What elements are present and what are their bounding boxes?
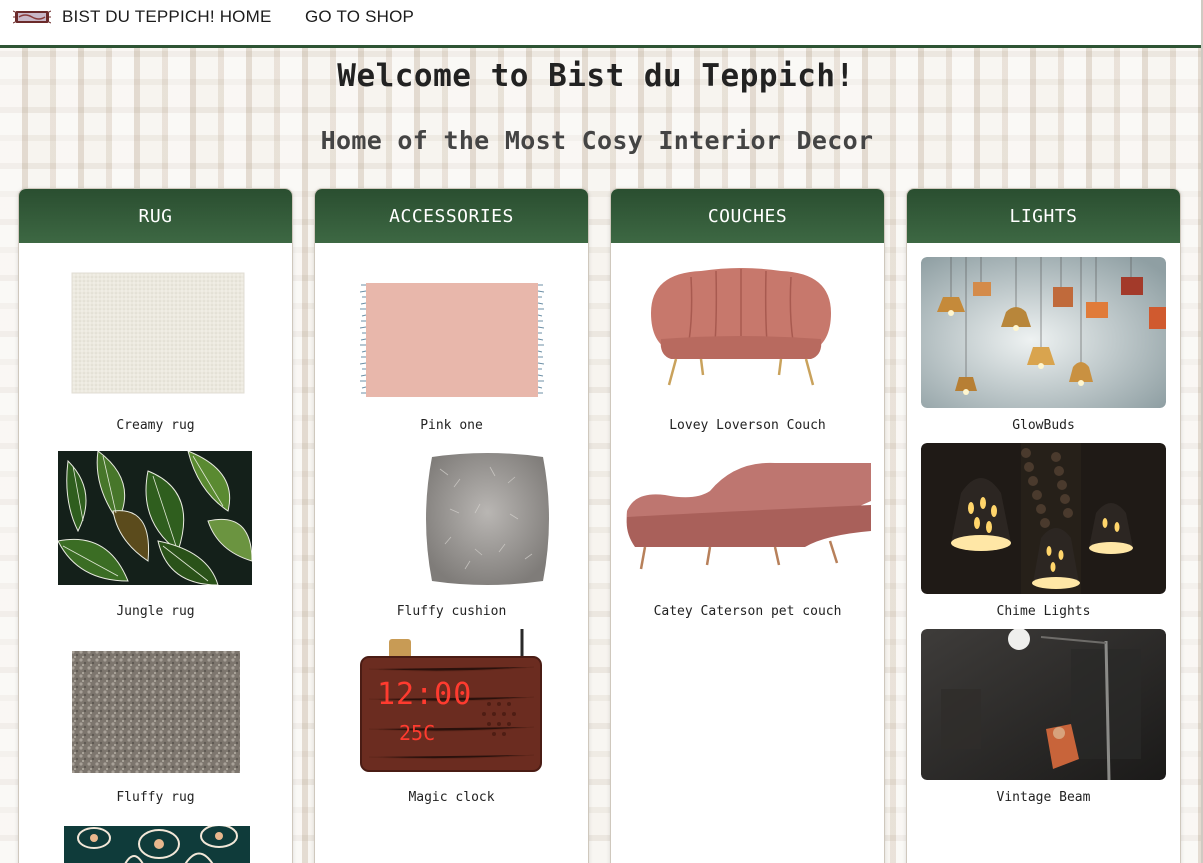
light-item-label[interactable]: Vintage Beam [907, 790, 1180, 805]
accessories-column: ACCESSORIES Pink one Fluffy cushion 12:0… [314, 188, 589, 863]
lights-column-header: LIGHTS [907, 189, 1180, 243]
fluffy-rug-image[interactable] [71, 650, 241, 774]
rug-item-label[interactable]: Jungle rug [19, 604, 292, 619]
accessory-item-label[interactable]: Fluffy cushion [315, 604, 588, 619]
page-subtitle: Home of the Most Cosy Interior Decor [320, 126, 874, 155]
chime-lights-image[interactable] [921, 443, 1166, 594]
couches-column: COUCHES Lovey Loverson Couch Catey Cater… [610, 188, 885, 863]
rug-logo-icon[interactable] [13, 8, 51, 26]
accessories-column-header: ACCESSORIES [315, 189, 588, 243]
magic-clock-image[interactable]: 12:00 25C [359, 629, 545, 773]
couch-item-label[interactable]: Catey Caterson pet couch [611, 604, 884, 619]
rug-item-label[interactable]: Fluffy rug [19, 790, 292, 805]
vintage-beam-image[interactable] [921, 629, 1166, 780]
light-item-label[interactable]: GlowBuds [907, 418, 1180, 433]
top-navbar: BIST DU TEPPICH! HOME GO TO SHOP [0, 0, 1201, 48]
accessory-item-label[interactable]: Pink one [315, 418, 588, 433]
page-title: Welcome to Bist du Teppich! [337, 58, 855, 94]
catey-couch-image[interactable] [625, 461, 871, 577]
rug-column: RUG Creamy rug Jungle rug Fluffy rug [18, 188, 293, 863]
couches-column-header: COUCHES [611, 189, 884, 243]
couch-item-label[interactable]: Lovey Loverson Couch [611, 418, 884, 433]
nav-shop-link[interactable]: GO TO SHOP [305, 7, 414, 27]
light-item-label[interactable]: Chime Lights [907, 604, 1180, 619]
fluffy-cushion-image[interactable] [420, 449, 555, 589]
glowbuds-image[interactable] [921, 257, 1166, 408]
lovey-couch-image[interactable] [641, 263, 841, 387]
clock-time-text: 12:00 [377, 677, 472, 712]
clock-temp-text: 25C [399, 721, 435, 745]
creamy-rug-image[interactable] [71, 272, 245, 394]
lights-column: LIGHTS GlowBuds Chime Lights Vintage Bea… [906, 188, 1181, 863]
accessory-item-label[interactable]: Magic clock [315, 790, 588, 805]
jungle-rug-image[interactable] [58, 451, 252, 585]
pink-blanket-image[interactable] [360, 281, 544, 399]
nav-home-link[interactable]: BIST DU TEPPICH! HOME [62, 7, 272, 27]
floral-rug-image[interactable] [64, 826, 250, 863]
rug-item-label[interactable]: Creamy rug [19, 418, 292, 433]
rug-column-header: RUG [19, 189, 292, 243]
